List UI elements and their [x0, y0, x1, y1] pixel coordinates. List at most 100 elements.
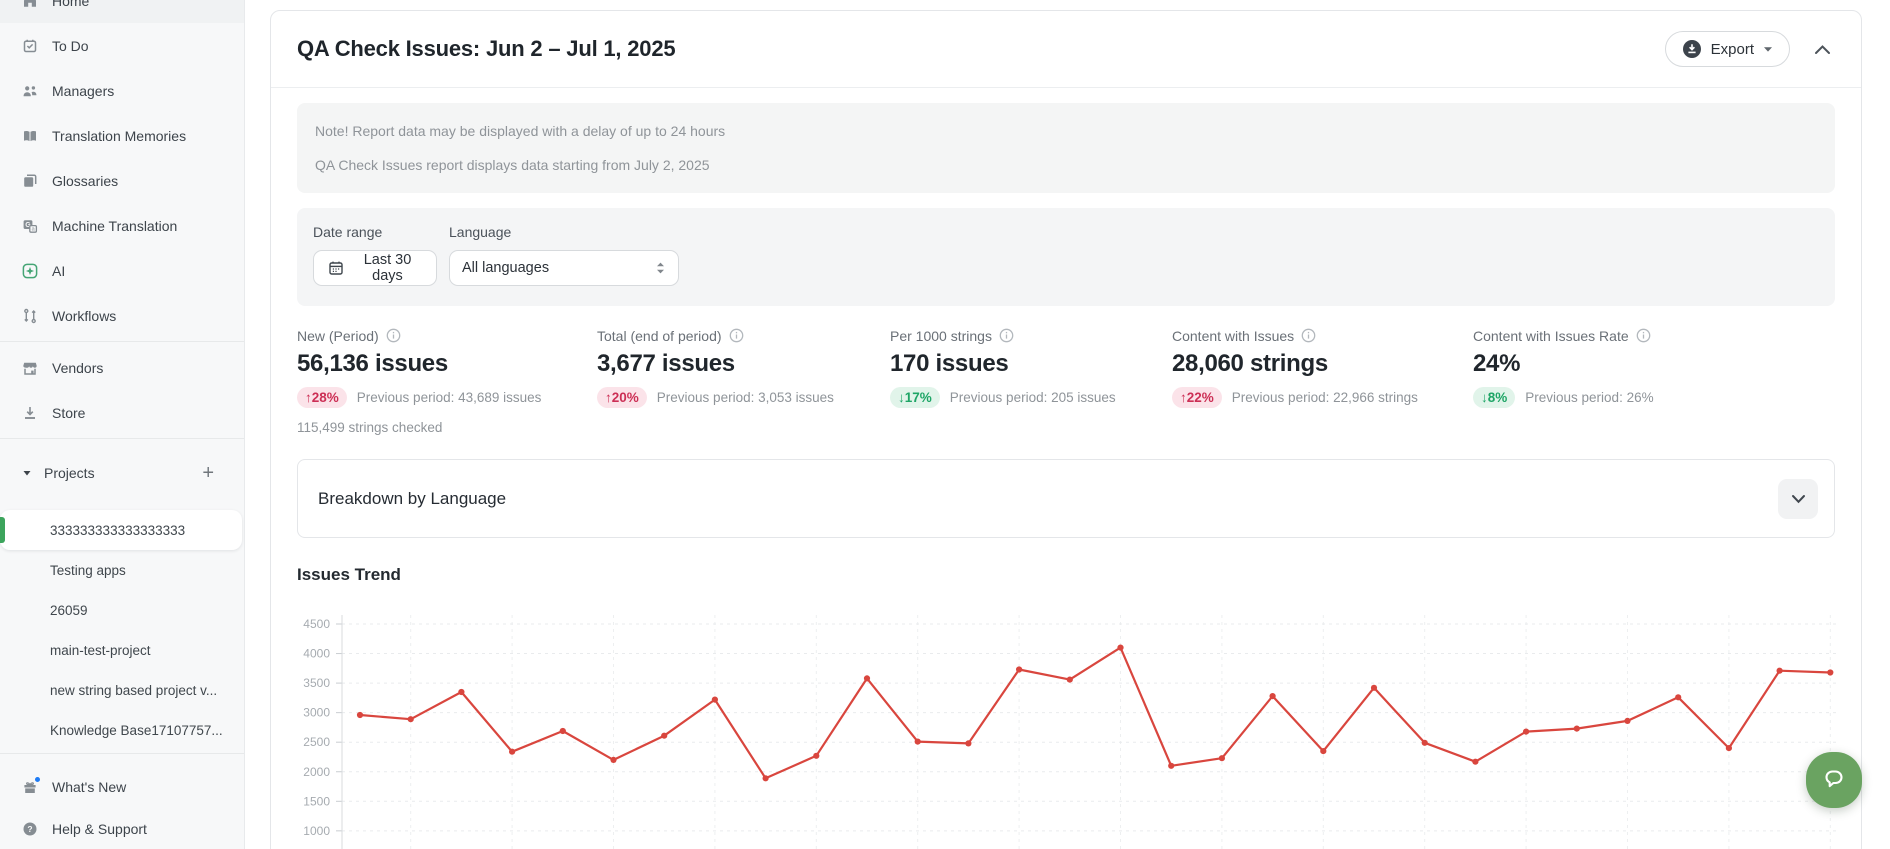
- help-question-icon: ?: [22, 821, 38, 837]
- breakdown-by-language-panel: Breakdown by Language: [297, 459, 1835, 538]
- info-icon[interactable]: [999, 328, 1014, 343]
- sidebar-item-label: AI: [52, 263, 65, 279]
- info-icon[interactable]: [386, 328, 401, 343]
- project-label: 26059: [50, 603, 88, 618]
- sidebar-item-whats-new[interactable]: What's New: [0, 766, 244, 808]
- date-range-filter: Date range Last 30 days: [313, 224, 437, 286]
- managers-icon: [22, 83, 38, 99]
- sidebar-item-managers[interactable]: Managers: [0, 68, 244, 113]
- project-label: Testing apps: [50, 563, 126, 578]
- divider: [0, 438, 244, 439]
- sidebar-item-store[interactable]: Store: [0, 390, 244, 435]
- stat-value: 3,677 issues: [597, 350, 890, 378]
- delta-badge: ↑22%: [1172, 387, 1222, 408]
- sidebar-item-machine-translation[interactable]: Ga Machine Translation: [0, 203, 244, 248]
- header-actions: Export: [1665, 31, 1835, 67]
- stat-label: Per 1000 strings: [890, 328, 992, 344]
- date-range-button[interactable]: Last 30 days: [313, 250, 437, 286]
- sidebar-item-ai[interactable]: AI: [0, 248, 244, 293]
- caret-down-icon: [22, 465, 32, 481]
- sidebar-item-label: Store: [52, 405, 85, 421]
- svg-text:3000: 3000: [303, 706, 330, 720]
- sidebar-item-label: To Do: [52, 38, 89, 54]
- date-range-value: Last 30 days: [353, 252, 422, 284]
- project-label: main-test-project: [50, 643, 151, 658]
- project-item[interactable]: main-test-project: [0, 630, 244, 670]
- delta-badge: ↓8%: [1473, 387, 1515, 408]
- add-project-button[interactable]: +: [202, 463, 214, 483]
- calendar-icon: [328, 260, 344, 276]
- sidebar-item-help-support[interactable]: ? Help & Support: [0, 808, 244, 849]
- chat-widget-button[interactable]: [1806, 752, 1862, 808]
- stat-value: 56,136 issues: [297, 350, 597, 378]
- note-line-1: Note! Report data may be displayed with …: [315, 122, 1817, 140]
- sidebar-item-label: Workflows: [52, 308, 116, 324]
- language-select[interactable]: All languages: [449, 250, 679, 286]
- stats-row: New (Period) 56,136 issues ↑28%Previous …: [297, 327, 1835, 408]
- open-book-icon: [22, 128, 38, 144]
- language-label: Language: [449, 224, 679, 240]
- stat-content-with-issues: Content with Issues 28,060 strings ↑22%P…: [1172, 327, 1473, 408]
- project-item[interactable]: Knowledge Base17107757...: [0, 710, 244, 750]
- breakdown-title: Breakdown by Language: [318, 489, 506, 509]
- delta-badge: ↓17%: [890, 387, 940, 408]
- line-chart-svg: 45004000350030002500200015001000500: [297, 591, 1837, 849]
- home-icon: [22, 0, 38, 9]
- filters-panel: Date range Last 30 days Language All lan…: [297, 208, 1835, 306]
- storefront-icon: [22, 360, 38, 376]
- svg-text:3500: 3500: [303, 676, 330, 690]
- stat-value: 28,060 strings: [1172, 350, 1473, 378]
- previous-period: Previous period: 22,966 strings: [1232, 390, 1418, 405]
- page-title: QA Check Issues: Jun 2 – Jul 1, 2025: [297, 36, 675, 62]
- select-arrows-icon: [655, 261, 666, 275]
- sidebar-item-label: Managers: [52, 83, 114, 99]
- svg-text:?: ?: [27, 824, 32, 834]
- collapse-report-button[interactable]: [1810, 40, 1835, 59]
- active-project-indicator: [0, 517, 5, 543]
- info-icon[interactable]: [729, 328, 744, 343]
- divider: [0, 341, 244, 342]
- sidebar-item-workflows[interactable]: Workflows: [0, 293, 244, 338]
- svg-text:4000: 4000: [303, 647, 330, 661]
- sidebar-item-label: Vendors: [52, 360, 103, 376]
- previous-period: Previous period: 43,689 issues: [357, 390, 542, 405]
- sidebar-item-label: Help & Support: [52, 821, 147, 837]
- export-button[interactable]: Export: [1665, 31, 1790, 67]
- previous-period: Previous period: 3,053 issues: [657, 390, 834, 405]
- issues-trend-title: Issues Trend: [297, 565, 1835, 585]
- project-item[interactable]: new string based project v...: [0, 670, 244, 710]
- download-store-icon: [22, 405, 38, 421]
- sidebar-item-glossaries[interactable]: Glossaries: [0, 158, 244, 203]
- expand-breakdown-button[interactable]: [1778, 479, 1818, 519]
- chat-bubble-icon: [1821, 767, 1847, 793]
- svg-text:4500: 4500: [303, 617, 330, 631]
- date-range-label: Date range: [313, 224, 437, 240]
- project-label: new string based project v...: [50, 683, 217, 698]
- info-icon[interactable]: [1636, 328, 1651, 343]
- previous-period: Previous period: 26%: [1525, 390, 1653, 405]
- delta-badge: ↑20%: [597, 387, 647, 408]
- info-icon[interactable]: [1301, 328, 1316, 343]
- stat-value: 170 issues: [890, 350, 1172, 378]
- sidebar-item-home[interactable]: Home: [0, 0, 244, 23]
- project-label: Knowledge Base17107757...: [50, 723, 223, 738]
- report-card: QA Check Issues: Jun 2 – Jul 1, 2025 Exp…: [270, 10, 1862, 849]
- sidebar-item-todo[interactable]: To Do: [0, 23, 244, 68]
- divider: [0, 753, 244, 754]
- sidebar-item-label: What's New: [52, 779, 126, 795]
- project-item[interactable]: Testing apps: [0, 550, 244, 590]
- project-label: 333333333333333333: [50, 523, 185, 538]
- stat-label: New (Period): [297, 328, 379, 344]
- sidebar-item-translation-memories[interactable]: Translation Memories: [0, 113, 244, 158]
- sidebar-item-vendors[interactable]: Vendors: [0, 345, 244, 390]
- sidebar-item-label: Translation Memories: [52, 128, 186, 144]
- project-item-selected[interactable]: 333333333333333333: [0, 510, 242, 550]
- projects-section-header[interactable]: Projects +: [0, 442, 244, 492]
- stat-value: 24%: [1473, 350, 1835, 378]
- download-circle-icon: [1682, 39, 1702, 59]
- report-note: Note! Report data may be displayed with …: [297, 103, 1835, 193]
- stat-new-period: New (Period) 56,136 issues ↑28%Previous …: [297, 327, 597, 408]
- sidebar-item-label: Home: [52, 0, 89, 9]
- stat-per-1000: Per 1000 strings 170 issues ↓17%Previous…: [890, 327, 1172, 408]
- project-item[interactable]: 26059: [0, 590, 244, 630]
